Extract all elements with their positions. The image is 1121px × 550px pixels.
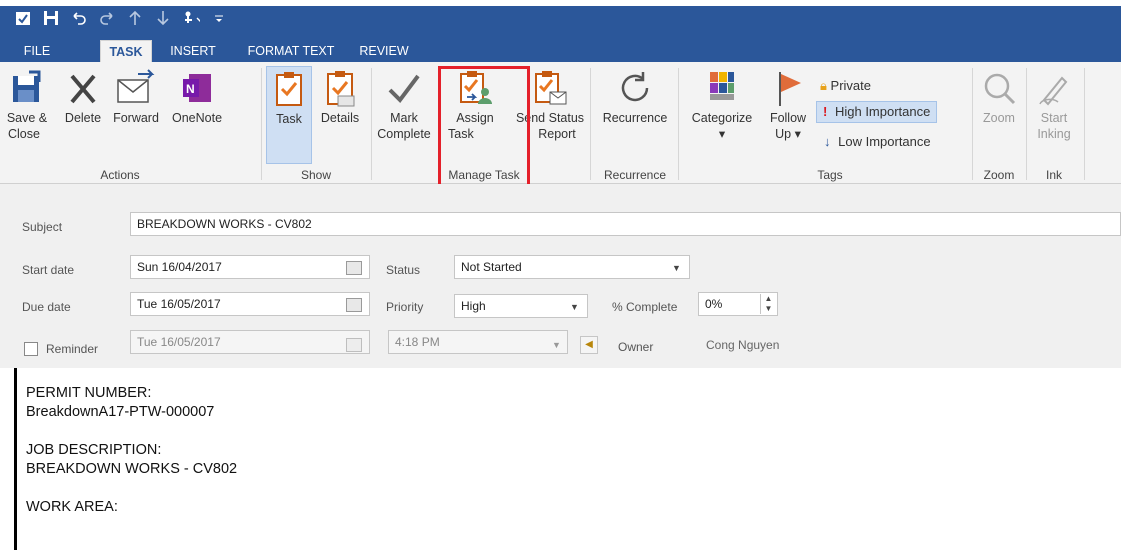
categorize-icon [710, 72, 734, 100]
ribbon-separator [371, 68, 372, 180]
group-label-recurrence: Recurrence [603, 168, 667, 182]
reminder-checkbox[interactable] [24, 342, 38, 356]
details-button[interactable]: Details [314, 66, 366, 126]
calendar-icon[interactable] [346, 261, 362, 275]
previous-item-icon[interactable] [126, 9, 144, 27]
job-section: JOB DESCRIPTION: BREAKDOWN WORKS - CV802 [26, 442, 238, 477]
permit-section: PERMIT NUMBER: BreakdownA17-PTW-000007 [26, 385, 215, 420]
title-bar [0, 0, 1121, 34]
touch-mode-icon[interactable] [182, 9, 200, 27]
private-button[interactable]: 🔒︎ Private [820, 76, 871, 96]
ribbon-tab-row: FILE TASK INSERT FORMAT TEXT REVIEW [0, 34, 1121, 62]
redo-icon[interactable] [98, 9, 116, 27]
tab-review[interactable]: REVIEW [350, 40, 418, 62]
group-label-manage-task: Manage Task [448, 168, 520, 182]
onenote-button[interactable]: N OneNote [168, 66, 226, 126]
subject-field[interactable]: BREAKDOWN WORKS - CV802 [130, 212, 1121, 236]
task-icon [276, 72, 302, 106]
tab-insert[interactable]: INSERT [158, 40, 228, 62]
chevron-down-icon: ▼ [672, 263, 681, 273]
chevron-down-icon: ▼ [570, 302, 579, 312]
follow-up-flag-icon [779, 72, 801, 106]
status-dropdown[interactable]: Not Started [454, 255, 690, 279]
lock-icon: 🔒︎ [820, 78, 827, 93]
magnifier-icon [984, 73, 1016, 105]
ribbon-separator [1026, 68, 1027, 180]
outlook-task-window: { "qat": { "save_icon": "save-icon", "un… [0, 0, 1121, 550]
percent-spinner[interactable]: ▲ ▼ [760, 294, 776, 314]
save-close-icon [13, 70, 41, 102]
recurrence-icon [621, 72, 649, 102]
mark-complete-button[interactable]: Mark Complete [374, 66, 434, 142]
recurrence-button[interactable]: Recurrence [594, 66, 676, 126]
group-label-show: Show [300, 168, 332, 182]
delete-button[interactable]: Delete [62, 66, 104, 126]
task-app-icon [14, 9, 32, 27]
start-inking-button[interactable]: Start Inking [1030, 66, 1078, 142]
chevron-down-icon: ▼ [552, 340, 561, 350]
send-status-report-button[interactable]: Send Status Report [512, 66, 588, 142]
owner-label: Owner [618, 340, 654, 354]
save-icon[interactable] [42, 9, 60, 27]
task-view-button[interactable]: Task [266, 66, 312, 164]
assign-task-icon [460, 71, 492, 104]
low-importance-button[interactable]: ↓ Low Importance [820, 132, 931, 152]
pen-icon [1039, 76, 1068, 106]
ribbon-separator [261, 68, 262, 180]
due-date-field[interactable]: Tue 16/05/2017 [130, 292, 370, 316]
follow-up-button[interactable]: Follow Up ▾ [762, 66, 814, 142]
forward-button[interactable]: Forward [108, 66, 164, 126]
work-area-section: WORK AREA: [26, 499, 118, 515]
quick-access-toolbar [14, 8, 228, 28]
status-label: Status [386, 263, 421, 277]
start-date-label: Start date [22, 263, 75, 277]
delete-icon [70, 74, 96, 104]
sound-icon[interactable]: ◀︎ [580, 336, 598, 354]
down-arrow-icon: ↓ [824, 134, 831, 149]
window-top-strip [0, 0, 1121, 6]
exclamation-icon: ! [823, 104, 828, 119]
categorize-button[interactable]: Categorize ▾ [682, 66, 762, 142]
save-close-button[interactable]: Save & Close [2, 66, 52, 142]
task-form: Subject BREAKDOWN WORKS - CV802 Start da… [0, 184, 1121, 368]
ribbon-separator [972, 68, 973, 180]
priority-dropdown[interactable]: High [454, 294, 588, 318]
tab-format-text[interactable]: FORMAT TEXT [238, 40, 344, 62]
group-label-zoom: Zoom [983, 168, 1015, 182]
reminder-time-field[interactable]: 4:18 PM [388, 330, 568, 354]
group-label-tags: Tags [817, 168, 843, 182]
calendar-icon[interactable] [346, 298, 362, 312]
group-label-actions: Actions [100, 168, 140, 182]
ribbon: Save & Close Delete Forward N OneNote Ac… [0, 62, 1121, 184]
assign-task-button[interactable]: Assign Task [446, 66, 504, 142]
checkmark-icon [388, 74, 420, 104]
ribbon-separator [1084, 68, 1085, 180]
owner-value: Cong Nguyen [706, 338, 780, 352]
undo-icon[interactable] [70, 9, 88, 27]
percent-complete-label: % Complete [612, 300, 678, 314]
calendar-icon[interactable] [346, 338, 362, 352]
high-importance-button[interactable]: ! High Importance [816, 101, 938, 123]
send-status-report-icon [535, 71, 567, 105]
tab-task[interactable]: TASK [100, 40, 152, 62]
customize-qat-icon[interactable] [210, 9, 228, 27]
subject-label: Subject [22, 220, 63, 234]
group-label-ink: Ink [1045, 168, 1062, 182]
zoom-button[interactable]: Zoom [974, 66, 1024, 126]
start-date-field[interactable]: Sun 16/04/2017 [130, 255, 370, 279]
forward-icon [117, 69, 155, 103]
details-icon [327, 71, 355, 107]
priority-label: Priority [386, 300, 424, 314]
onenote-icon: N [183, 74, 211, 102]
ribbon-separator [678, 68, 679, 180]
reminder-label: Reminder [46, 342, 99, 356]
task-body[interactable]: PERMIT NUMBER: BreakdownA17-PTW-000007 J… [26, 384, 237, 536]
body-margin-bar [14, 368, 17, 550]
reminder-date-field[interactable]: Tue 16/05/2017 [130, 330, 370, 354]
svg-text:N: N [186, 82, 195, 96]
ribbon-separator [590, 68, 591, 180]
due-date-label: Due date [22, 300, 71, 314]
next-item-icon[interactable] [154, 9, 172, 27]
tab-file[interactable]: FILE [14, 40, 60, 62]
